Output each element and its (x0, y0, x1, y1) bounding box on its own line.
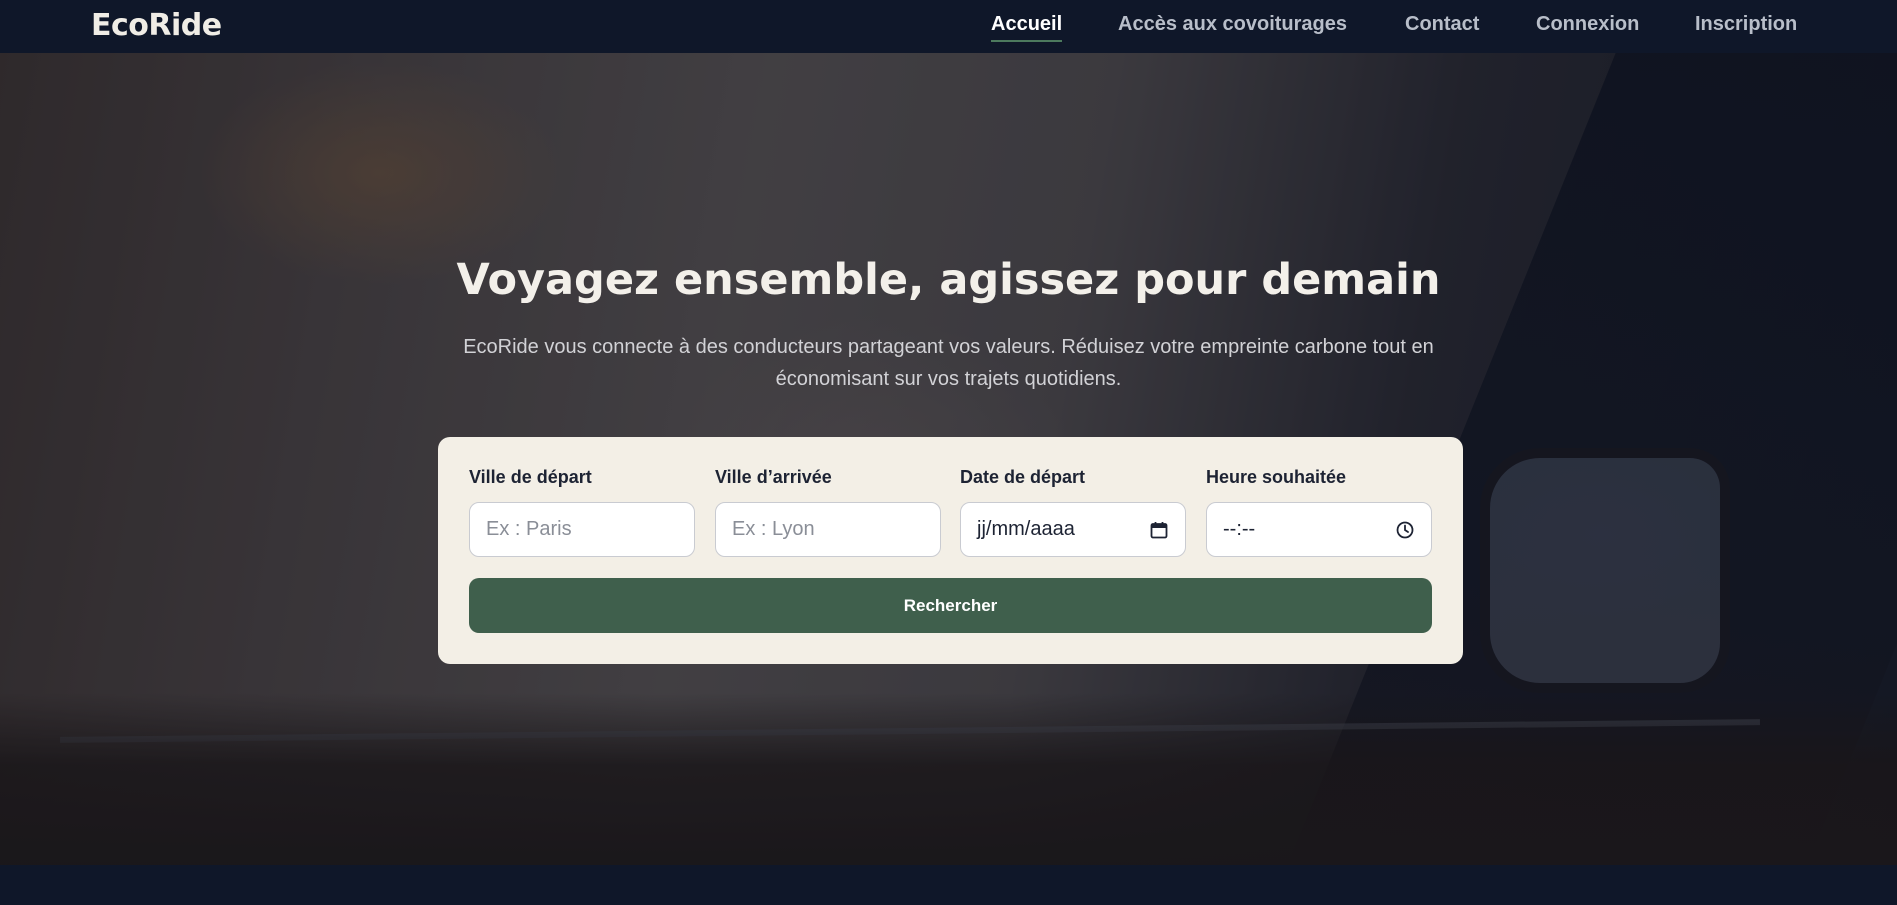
time-placeholder: --:-- (1223, 518, 1256, 540)
ride-search-form: Ville de départ Ville d’arrivée Date de … (438, 437, 1463, 664)
arrival-input-box (715, 502, 941, 557)
date-field: Date de départ jj/mm/aaaa (960, 467, 1186, 557)
hero-title: Voyagez ensemble, agissez pour demain (456, 255, 1441, 305)
departure-time-input[interactable]: --:-- (1206, 502, 1432, 557)
departure-input-box (469, 502, 695, 557)
nav-item-accueil[interactable]: Accueil (991, 13, 1063, 42)
nav-item-contact[interactable]: Contact (1405, 13, 1479, 36)
nav-item-connexion[interactable]: Connexion (1536, 13, 1639, 36)
arrival-field: Ville d’arrivée (715, 467, 941, 557)
time-field: Heure souhaitée --:-- (1206, 467, 1432, 557)
departure-city-input[interactable] (470, 503, 694, 556)
search-button[interactable]: Rechercher (469, 578, 1432, 633)
arrival-city-input[interactable] (716, 503, 940, 556)
nav-item-covoiturages[interactable]: Accès aux covoiturages (1118, 13, 1347, 36)
clock-icon[interactable] (1395, 520, 1415, 540)
hero-section: Voyagez ensemble, agissez pour demain Ec… (0, 53, 1897, 865)
top-navbar: EcoRide Accueil Accès aux covoiturages C… (0, 0, 1897, 53)
brand-logo[interactable]: EcoRide (91, 8, 222, 43)
date-placeholder: jj/mm/aaaa (977, 518, 1075, 540)
date-label: Date de départ (960, 467, 1086, 487)
departure-field: Ville de départ (469, 467, 695, 557)
calendar-icon[interactable] (1149, 520, 1169, 540)
arrival-label: Ville d’arrivée (715, 467, 832, 487)
hero-subtitle: EcoRide vous connecte à des conducteurs … (463, 336, 1434, 390)
footer-strip (0, 865, 1897, 905)
nav-item-inscription[interactable]: Inscription (1695, 13, 1797, 36)
departure-date-input[interactable]: jj/mm/aaaa (960, 502, 1186, 557)
departure-label: Ville de départ (469, 467, 592, 487)
time-label: Heure souhaitée (1206, 467, 1347, 487)
